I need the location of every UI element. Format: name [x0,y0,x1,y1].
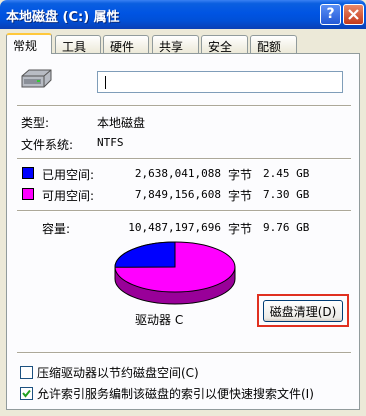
used-space-unit: 字节 [228,168,253,182]
free-space-label: 可用空间: [42,189,95,203]
type-value: 本地磁盘 [97,116,146,130]
disk-cleanup-button[interactable]: 磁盘清理(D) [263,300,343,322]
hard-drive-icon [21,69,52,88]
filesystem-label: 文件系统: [21,138,74,152]
index-label[interactable]: 允许索引服务编制该磁盘的索引以便快速搜索文件(I) [37,385,314,402]
used-space-swatch [22,167,34,179]
used-space-size: 2.45 GB [263,167,310,180]
separator [17,158,351,160]
separator [17,352,351,354]
drive-name-input[interactable] [97,71,343,93]
tab-hardware[interactable]: 硬件 [103,35,149,54]
pie-used-slice [114,241,176,268]
separator [17,105,351,107]
title-bar[interactable]: 本地磁盘 (C:) 属性 ? [0,0,366,29]
disk-usage-pie-chart [114,241,236,305]
tab-sharing[interactable]: 共享 [152,35,199,54]
window-title: 本地磁盘 (C:) 属性 [6,10,120,25]
capacity-unit: 字节 [228,222,253,236]
free-space-unit: 字节 [228,189,253,203]
free-space-bytes: 7,849,156,608 [134,188,221,201]
compress-checkbox[interactable] [20,366,33,379]
free-space-size: 7.30 GB [263,188,310,201]
checkmark-icon [22,389,31,398]
close-button[interactable] [343,4,364,25]
compress-label[interactable]: 压缩驱动器以节约磁盘空间(C) [37,364,199,381]
filesystem-value: NTFS [97,136,124,149]
index-checkbox[interactable] [20,387,33,400]
used-space-bytes: 2,638,041,088 [134,167,221,180]
tab-security[interactable]: 安全 [201,35,248,54]
type-label: 类型: [21,116,50,130]
tab-tools[interactable]: 工具 [55,35,101,54]
capacity-size: 9.76 GB [263,221,310,234]
close-icon [348,9,359,20]
help-button[interactable]: ? [320,4,341,25]
separator [17,210,351,212]
used-space-label: 已用空间: [42,168,95,182]
capacity-label: 容量: [42,222,71,236]
properties-window: 本地磁盘 (C:) 属性 ? 常规 工具 硬件 共享 安全 配额 类型: 本地磁… [0,0,366,416]
capacity-bytes: 10,487,197,696 [128,221,221,234]
tab-general[interactable]: 常规 [6,33,52,54]
text-cursor [105,76,106,89]
free-space-swatch [22,188,34,200]
tab-quota[interactable]: 配额 [250,35,297,54]
general-tab-panel: 类型: 本地磁盘 文件系统: NTFS 已用空间: 2,638,041,088 … [6,53,360,410]
drive-letter-label: 驱动器 C [135,313,184,327]
